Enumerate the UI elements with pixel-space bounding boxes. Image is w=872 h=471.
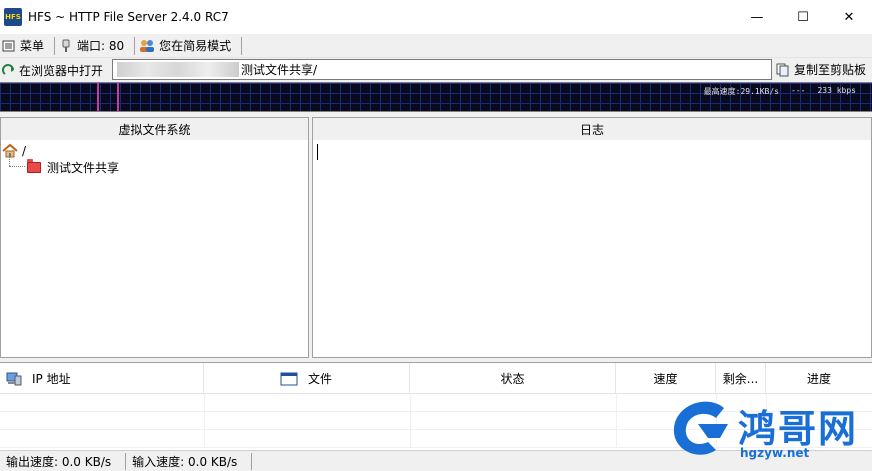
url-field[interactable]: 测试文件共享/	[112, 59, 772, 80]
input-speed-text: 输入速度: 0.0 KB/s	[132, 454, 238, 469]
watermark-brand: 鸿哥网	[738, 407, 859, 451]
watermark-site: hgzyw.net	[740, 446, 810, 460]
row-divider	[616, 412, 617, 430]
window-title: HFS ~ HTTP File Server 2.4.0 RC7	[28, 10, 229, 24]
menu-icon	[2, 40, 15, 51]
folder-icon	[27, 159, 41, 173]
bandwidth-graph: 最高速度:29.1KB/s --- 233 kbps	[0, 82, 872, 112]
column-status-label: 状态	[500, 372, 525, 386]
log-pane[interactable]	[312, 140, 872, 358]
watermark-logo: 鸿哥网 hgzyw.net	[668, 396, 868, 466]
graph-separator: ---	[791, 86, 806, 95]
column-file[interactable]: 文件	[204, 363, 410, 394]
output-speed-text: 输出速度: 0.0 KB/s	[6, 454, 112, 469]
row-divider	[410, 394, 411, 412]
tree-root[interactable]: /	[2, 142, 26, 159]
url-redacted-host	[117, 62, 239, 77]
row-divider	[410, 430, 411, 448]
graph-spike	[117, 83, 119, 111]
url-path: 测试文件共享/	[241, 63, 318, 77]
graph-spike	[97, 83, 99, 111]
row-divider	[616, 394, 617, 412]
tree-item-label: 测试文件共享	[47, 161, 120, 175]
column-speed-label: 速度	[653, 372, 678, 386]
mode-button[interactable]: 您在简易模式	[137, 35, 239, 57]
toolbar: 菜单 端口: 80 您在简易模式	[0, 34, 872, 58]
port-button[interactable]: 端口: 80	[57, 35, 132, 57]
log-header[interactable]: 日志	[312, 117, 872, 141]
vfs-header[interactable]: 虚拟文件系统	[0, 117, 309, 141]
users-icon	[140, 39, 155, 52]
column-remaining[interactable]: 剩余...	[716, 363, 766, 394]
open-in-browser-label: 在浏览器中打开	[19, 63, 104, 78]
column-speed[interactable]: 速度	[616, 363, 716, 394]
connections-header: IP 地址 文件 状态 速度 剩余... 进度	[0, 363, 872, 394]
hfs-app-icon: HFS	[4, 8, 22, 26]
maximize-button[interactable]: ☐	[780, 0, 826, 34]
copy-icon	[776, 63, 789, 76]
home-icon	[2, 143, 18, 157]
maximize-icon: ☐	[797, 9, 809, 25]
max-speed-text: 最高速度:29.1KB/s	[703, 87, 780, 96]
row-divider	[204, 394, 205, 412]
menu-button[interactable]: 菜单	[0, 35, 52, 57]
watermark-swirl-icon	[673, 401, 728, 455]
row-divider	[204, 412, 205, 430]
tree-item-folder[interactable]: 测试文件共享	[27, 159, 119, 176]
url-bar: 在浏览器中打开 测试文件共享/ 复制至剪贴板	[0, 58, 872, 82]
column-status[interactable]: 状态	[410, 363, 616, 394]
open-arrow-icon	[2, 64, 14, 75]
title-bar: HFS HFS ~ HTTP File Server 2.4.0 RC7 — ☐…	[0, 0, 872, 34]
menu-label: 菜单	[20, 39, 45, 53]
column-remaining-label: 剩余...	[722, 372, 759, 386]
column-progress-label: 进度	[806, 372, 831, 386]
output-speed-status: 输出速度: 0.0 KB/s	[0, 452, 127, 470]
log-header-label: 日志	[579, 122, 604, 137]
text-caret	[317, 144, 318, 160]
tree-connector	[9, 156, 10, 166]
row-divider	[204, 430, 205, 448]
hfs-window: HFS HFS ~ HTTP File Server 2.4.0 RC7 — ☐…	[0, 0, 872, 471]
file-window-icon	[280, 372, 298, 385]
tree-connector	[9, 166, 25, 167]
window-controls: — ☐ ✕	[734, 0, 872, 34]
computer-icon	[6, 372, 22, 385]
toolbar-separator	[241, 36, 243, 55]
vfs-header-label: 虚拟文件系统	[118, 122, 191, 137]
copy-to-clipboard-label: 复制至剪贴板	[794, 63, 867, 77]
input-speed-status: 输入速度: 0.0 KB/s	[126, 452, 253, 470]
tree-root-label: /	[22, 143, 27, 158]
toolbar-separator	[54, 36, 56, 55]
plug-icon	[62, 39, 70, 52]
port-label: 端口: 80	[77, 39, 125, 53]
toolbar-separator	[134, 36, 136, 55]
row-divider	[410, 412, 411, 430]
column-ip[interactable]: IP 地址	[0, 363, 204, 394]
column-progress[interactable]: 进度	[766, 363, 872, 394]
graph-readout: 最高速度:29.1KB/s --- 233 kbps	[704, 86, 856, 97]
open-in-browser-button[interactable]: 在浏览器中打开	[0, 59, 110, 81]
column-ip-label: IP 地址	[32, 372, 71, 386]
minimize-icon: —	[750, 9, 764, 25]
copy-to-clipboard-button[interactable]: 复制至剪贴板	[774, 58, 872, 81]
mode-label: 您在简易模式	[159, 39, 232, 53]
bandwidth-text: 233 kbps	[817, 86, 856, 95]
column-file-label: 文件	[308, 372, 333, 386]
minimize-button[interactable]: —	[734, 0, 780, 34]
close-button[interactable]: ✕	[826, 0, 872, 34]
close-icon: ✕	[843, 9, 855, 25]
row-divider	[616, 430, 617, 448]
